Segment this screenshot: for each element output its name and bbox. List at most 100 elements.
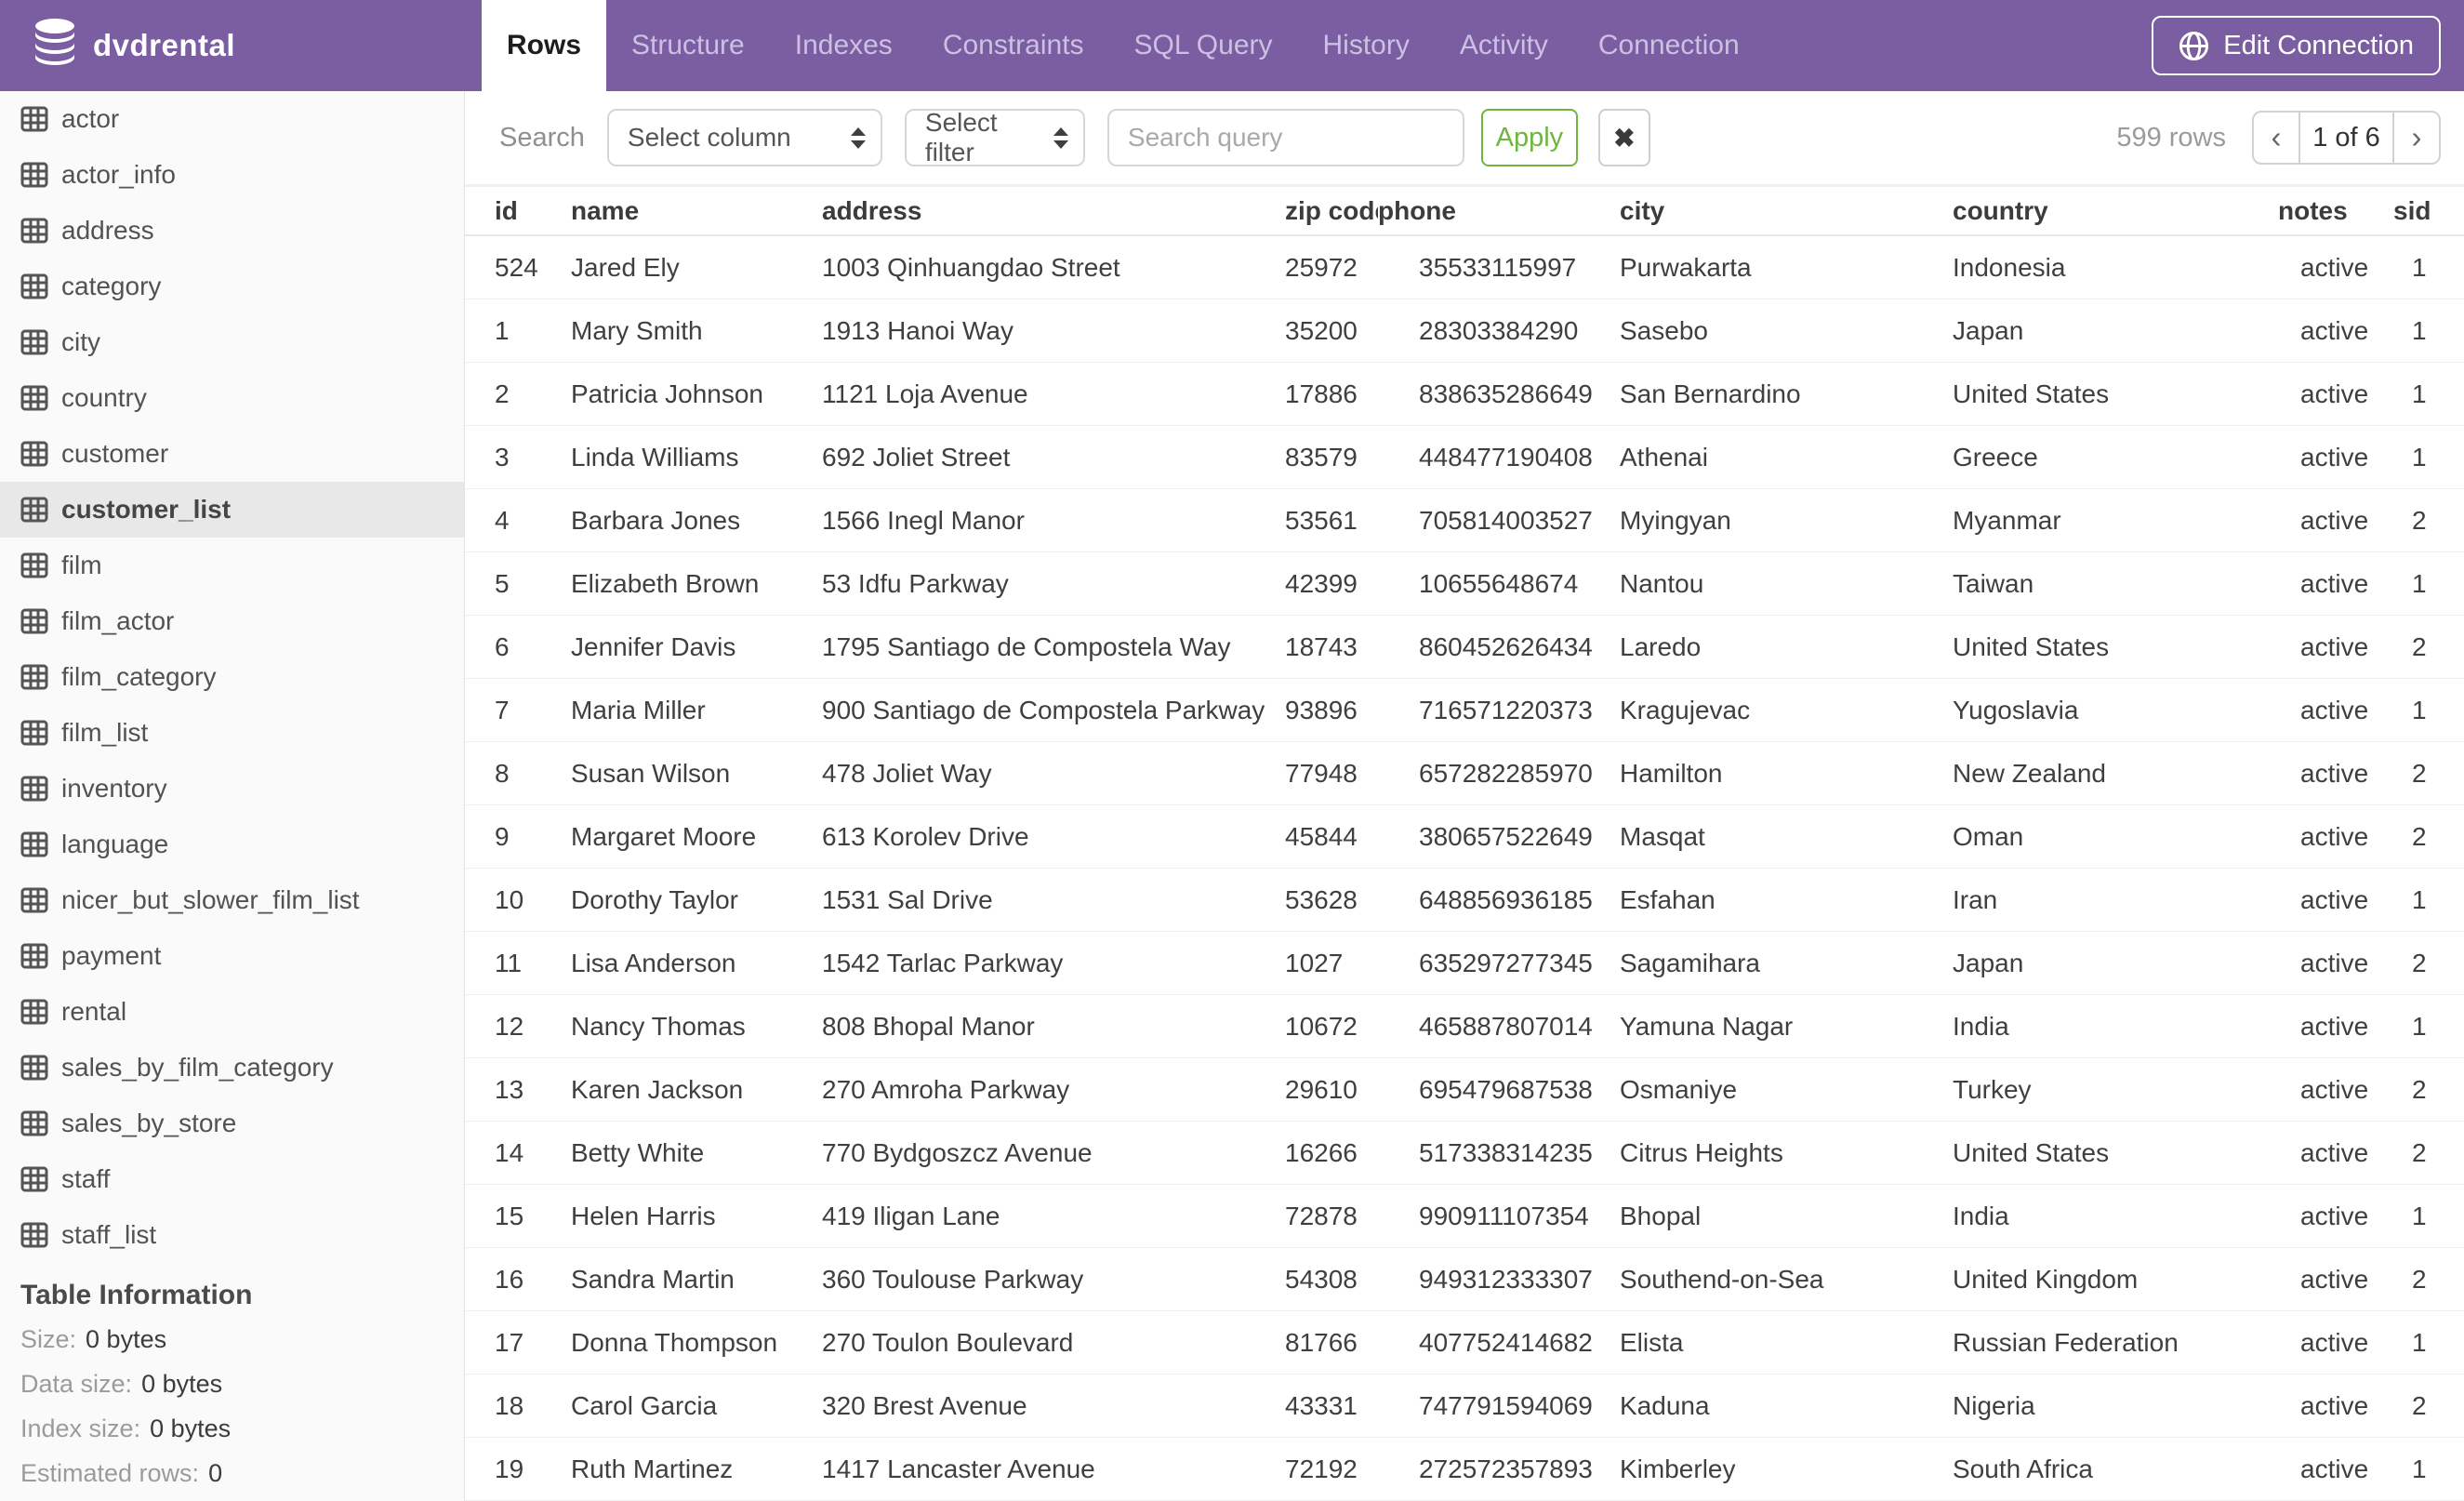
cell-city: Masqat [1620, 821, 1705, 851]
sidebar-item-nicer-but-slower-film-list[interactable]: nicer_but_slower_film_list [0, 872, 464, 928]
tab-connection[interactable]: Connection [1573, 0, 1765, 91]
sidebar-item-sales-by-film-category[interactable]: sales_by_film_category [0, 1040, 464, 1096]
cell-name: Helen Harris [571, 1201, 716, 1230]
table-row[interactable]: 13 Karen Jackson 270 Amroha Parkway 2961… [465, 1058, 2464, 1122]
sidebar-item-film-actor[interactable]: film_actor [0, 593, 464, 649]
table-row[interactable]: 3 Linda Williams 692 Joliet Street 83579… [465, 426, 2464, 489]
cell-id: 19 [495, 1454, 524, 1483]
tab-rows[interactable]: Rows [482, 0, 607, 91]
table-row[interactable]: 12 Nancy Thomas 808 Bhopal Manor 10672 4… [465, 995, 2464, 1058]
cell-zip-code: 72192 [1285, 1454, 1358, 1483]
sidebar-item-country[interactable]: country [0, 370, 464, 426]
column-header-address[interactable]: address [822, 196, 1285, 226]
table-row[interactable]: 14 Betty White 770 Bydgoszcz Avenue 1626… [465, 1122, 2464, 1185]
table-row[interactable]: 4 Barbara Jones 1566 Inegl Manor 53561 7… [465, 489, 2464, 552]
sidebar-item-city[interactable]: city [0, 314, 464, 370]
sidebar-item-inventory[interactable]: inventory [0, 761, 464, 817]
column-header-city[interactable]: city [1620, 196, 1953, 226]
table-row[interactable]: 6 Jennifer Davis 1795 Santiago de Compos… [465, 616, 2464, 679]
table-row[interactable]: 16 Sandra Martin 360 Toulouse Parkway 54… [465, 1248, 2464, 1311]
table-list: actor actor_info address category city c… [0, 91, 464, 1263]
table-row[interactable]: 18 Carol Garcia 320 Brest Avenue 43331 7… [465, 1375, 2464, 1438]
sidebar-item-film-category[interactable]: film_category [0, 649, 464, 705]
cell-sid: 2 [2412, 1390, 2427, 1420]
cell-address: 419 Iligan Lane [822, 1201, 1000, 1230]
sidebar-item-sales-by-store[interactable]: sales_by_store [0, 1096, 464, 1151]
cell-phone: 747791594069 [1419, 1390, 1593, 1420]
cell-zip-code: 83579 [1285, 442, 1358, 472]
cell-phone: 35533115997 [1419, 252, 1577, 282]
sidebar-item-rental[interactable]: rental [0, 984, 464, 1040]
sidebar-item-address[interactable]: address [0, 203, 464, 259]
cell-city: Sasebo [1620, 315, 1708, 345]
search-query-input[interactable] [1106, 109, 1464, 166]
sidebar-item-film-list[interactable]: film_list [0, 705, 464, 761]
column-header-phone[interactable]: phone [1378, 196, 1620, 226]
clear-filter-button[interactable]: ✖ [1597, 109, 1650, 166]
sidebar-item-actor-info[interactable]: actor_info [0, 147, 464, 203]
sidebar-item-actor[interactable]: actor [0, 91, 464, 147]
filter-select[interactable]: Select filter [904, 108, 1085, 166]
column-header-country[interactable]: country [1953, 196, 2278, 226]
table-row[interactable]: 17 Donna Thompson 270 Toulon Boulevard 8… [465, 1311, 2464, 1375]
table-row[interactable]: 524 Jared Ely 1003 Qinhuangdao Street 25… [465, 236, 2464, 299]
cell-zip-code: 29610 [1285, 1074, 1358, 1104]
column-header-notes[interactable]: notes [2278, 196, 2393, 226]
cell-sid: 1 [2412, 315, 2427, 345]
sidebar-item-staff-list[interactable]: staff_list [0, 1207, 464, 1263]
table-row[interactable]: 9 Margaret Moore 613 Korolev Drive 45844… [465, 805, 2464, 869]
table-row[interactable]: 5 Elizabeth Brown 53 Idfu Parkway 42399 … [465, 552, 2464, 616]
cell-phone: 657282285970 [1419, 758, 1593, 788]
cell-address: 1566 Inegl Manor [822, 505, 1025, 535]
table-row[interactable]: 10 Dorothy Taylor 1531 Sal Drive 53628 6… [465, 869, 2464, 932]
table-row[interactable]: 2 Patricia Johnson 1121 Loja Avenue 1788… [465, 363, 2464, 426]
cell-notes: active [2300, 1011, 2369, 1041]
cell-zip-code: 16266 [1285, 1137, 1358, 1167]
info-value: 0 bytes [141, 1369, 223, 1398]
tab-history[interactable]: History [1298, 0, 1435, 91]
table-grid-icon [20, 999, 48, 1025]
sidebar-item-customer[interactable]: customer [0, 426, 464, 482]
table-row[interactable]: 15 Helen Harris 419 Iligan Lane 72878 99… [465, 1185, 2464, 1248]
apply-button[interactable]: Apply [1480, 109, 1578, 166]
sidebar-item-staff[interactable]: staff [0, 1151, 464, 1207]
cell-notes: active [2300, 631, 2369, 661]
cell-phone: 272572357893 [1419, 1454, 1593, 1483]
column-header-name[interactable]: name [571, 196, 822, 226]
cell-id: 18 [495, 1390, 524, 1420]
sidebar-item-language[interactable]: language [0, 817, 464, 872]
cell-sid: 2 [2412, 631, 2427, 661]
tab-structure[interactable]: Structure [606, 0, 770, 91]
tab-indexes[interactable]: Indexes [770, 0, 918, 91]
table-grid-icon [20, 106, 48, 132]
cell-notes: active [2300, 884, 2369, 914]
edit-connection-button[interactable]: Edit Connection [2152, 16, 2441, 75]
cell-notes: active [2300, 568, 2369, 598]
table-row[interactable]: 8 Susan Wilson 478 Joliet Way 77948 6572… [465, 742, 2464, 805]
sidebar-item-category[interactable]: category [0, 259, 464, 314]
tab-constraints[interactable]: Constraints [918, 0, 1109, 91]
column-header-zip-code[interactable]: zip code [1285, 196, 1378, 226]
column-select[interactable]: Select column [606, 109, 882, 166]
table-row[interactable]: 1 Mary Smith 1913 Hanoi Way 35200 283033… [465, 299, 2464, 363]
cell-name: Margaret Moore [571, 821, 757, 851]
previous-page-button[interactable]: ‹ [2254, 113, 2298, 163]
sidebar-item-label: rental [61, 997, 127, 1026]
tab-activity[interactable]: Activity [1435, 0, 1573, 91]
cell-address: 1417 Lancaster Avenue [822, 1454, 1095, 1483]
table-grid-icon [20, 887, 48, 913]
next-page-button[interactable]: › [2394, 113, 2439, 163]
sidebar-item-customer-list[interactable]: customer_list [0, 482, 464, 538]
table-row[interactable]: 11 Lisa Anderson 1542 Tarlac Parkway 102… [465, 932, 2464, 995]
column-header-sid[interactable]: sid [2393, 196, 2445, 226]
cell-name: Dorothy Taylor [571, 884, 739, 914]
sidebar-item-payment[interactable]: payment [0, 928, 464, 984]
cell-address: 1542 Tarlac Parkway [822, 948, 1064, 977]
info-label: Data size: [20, 1369, 133, 1398]
column-header-id[interactable]: id [495, 196, 571, 226]
sidebar-item-film[interactable]: film [0, 538, 464, 593]
table-row[interactable]: 7 Maria Miller 900 Santiago de Compostel… [465, 679, 2464, 742]
table-row[interactable]: 19 Ruth Martinez 1417 Lancaster Avenue 7… [465, 1438, 2464, 1501]
tab-sql-query[interactable]: SQL Query [1109, 0, 1298, 91]
sidebar-item-label: payment [61, 941, 162, 970]
